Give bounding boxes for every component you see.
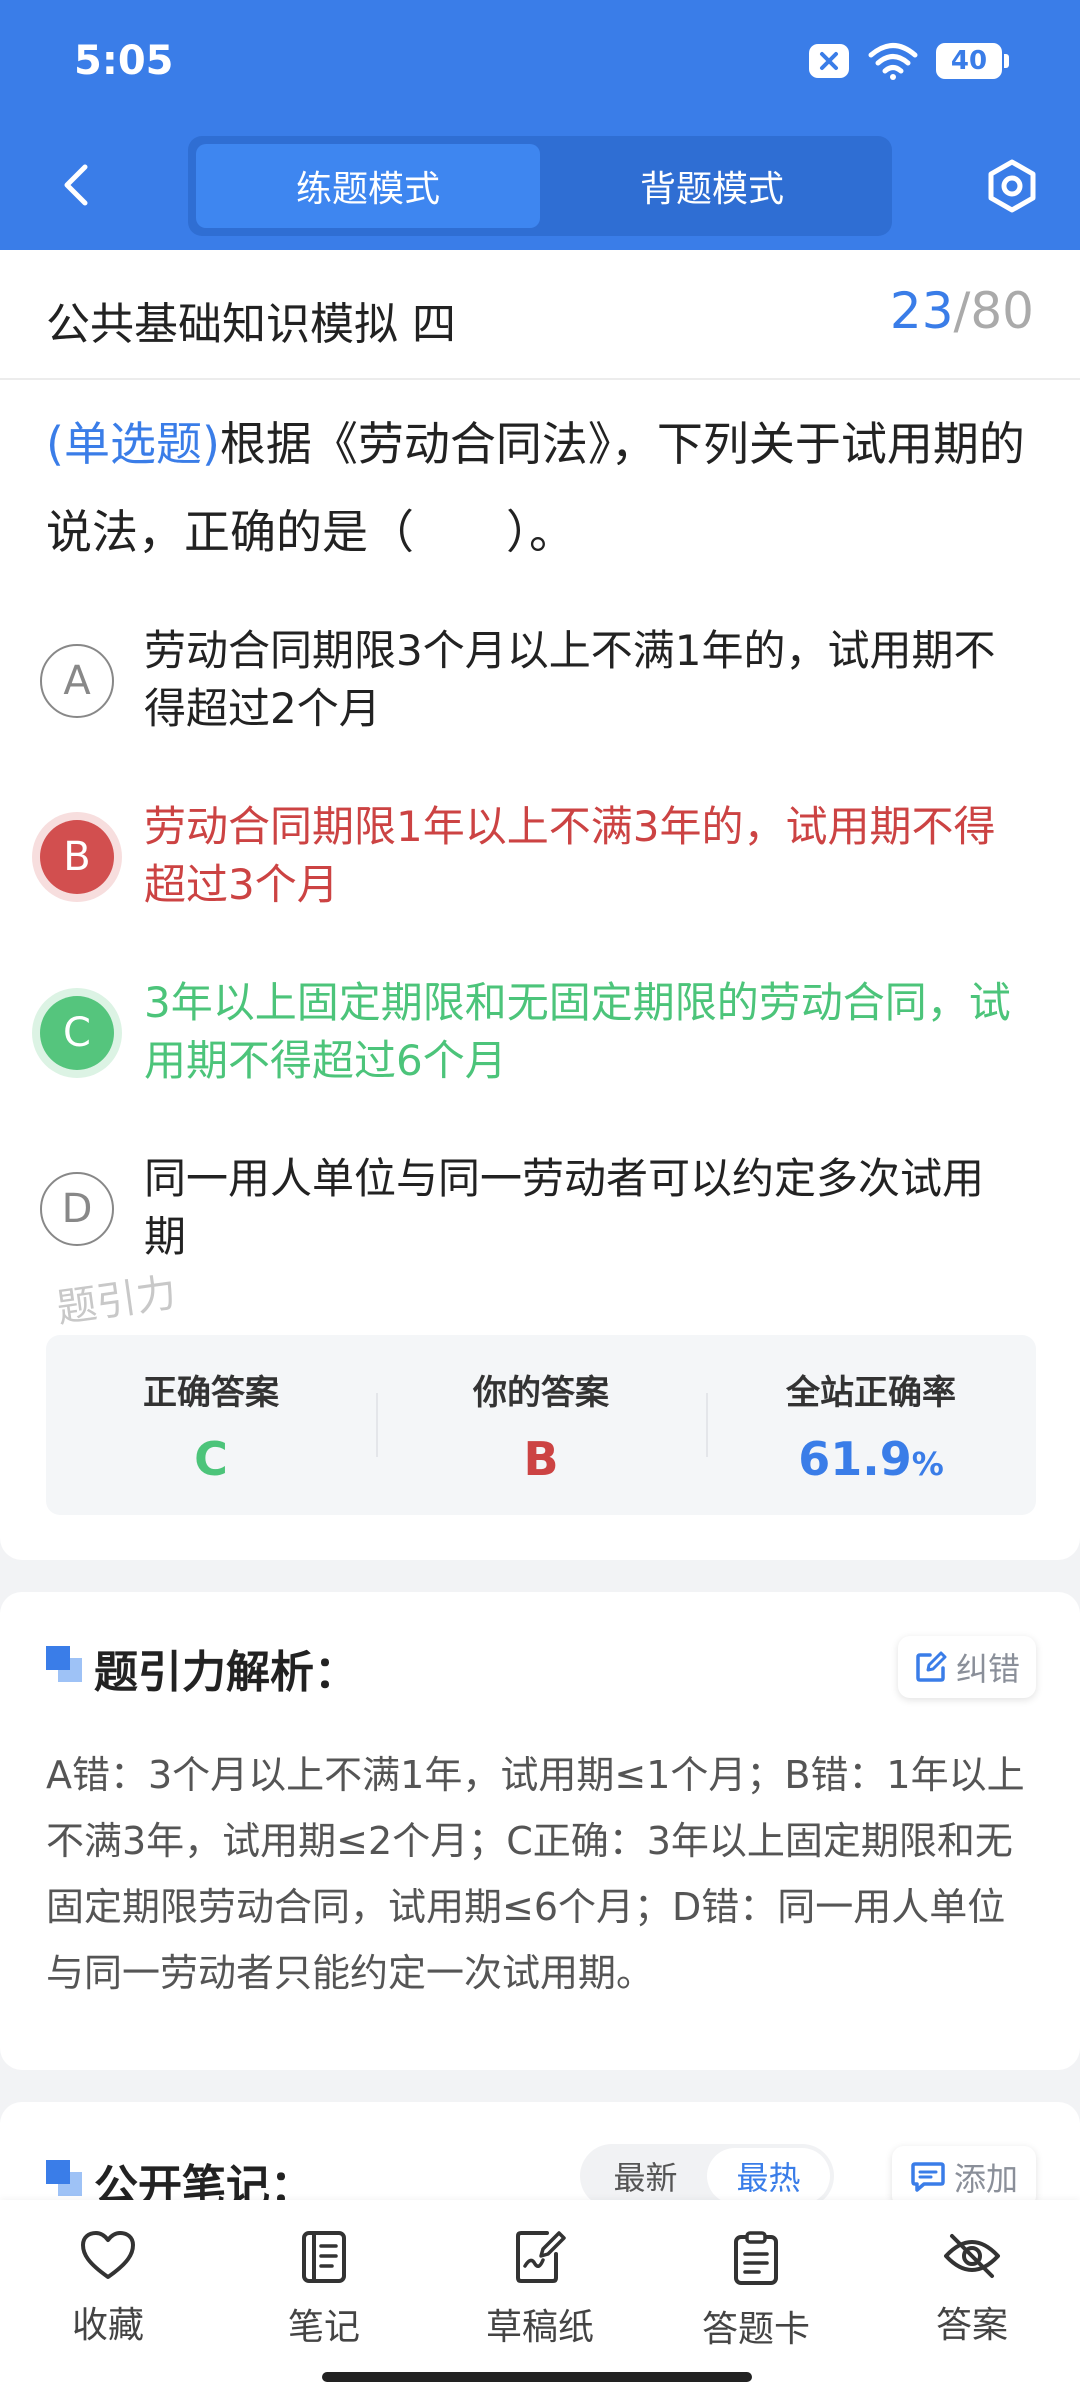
site-accuracy-unit: % <box>911 1444 944 1483</box>
correct-answer-value: C <box>194 1431 228 1486</box>
correct-answer: 正确答案 C <box>46 1335 376 1515</box>
your-answer: 你的答案 B <box>376 1335 706 1515</box>
heart-icon <box>81 2231 135 2279</box>
report-error-button[interactable]: 纠错 <box>898 1636 1036 1698</box>
tab-show-answer[interactable]: 答案 <box>892 2230 1052 2348</box>
notebook-icon <box>302 2231 346 2283</box>
correct-answer-label: 正确答案 <box>143 1372 279 1413</box>
option-d-letter: D <box>40 1172 114 1246</box>
battery-level: 40 <box>950 46 988 76</box>
app-header: 5:05 40 练题模式 背题模式 <box>0 0 1080 250</box>
wifi-icon <box>868 43 918 80</box>
report-error-label: 纠错 <box>955 1650 1020 1688</box>
sort-latest[interactable]: 最新 <box>584 2148 707 2204</box>
paper-title: 公共基础知识模拟 四 <box>46 299 456 350</box>
notes-sort-toggle: 最新 最热 <box>580 2144 834 2208</box>
site-accuracy-value: 61.9% <box>798 1432 944 1486</box>
section-squares-icon <box>46 1646 84 1684</box>
edit-icon <box>916 1651 947 1682</box>
tab-notes-label: 笔记 <box>287 2307 360 2348</box>
tab-favorite[interactable]: 收藏 <box>28 2230 188 2348</box>
question-progress[interactable]: 23/80 <box>890 282 1034 340</box>
option-d-text: 同一用人单位与同一劳动者可以约定多次试用期 <box>144 1154 985 1261</box>
tab-answer-sheet-label: 答题卡 <box>701 2309 810 2350</box>
analysis-card: 题引力解析： 纠错 A错：3个月以上不满1年，试用期≤1个月；B错：1年以上不满… <box>0 1592 1080 2070</box>
watermark: 题引力 <box>53 1269 180 1333</box>
home-indicator[interactable] <box>322 2372 752 2382</box>
tab-show-answer-label: 答案 <box>935 2305 1008 2346</box>
tab-draft-paper[interactable]: 草稿纸 <box>460 2230 620 2350</box>
option-c[interactable]: C 3年以上固定期限和无固定期限的劳动合同，试用期不得超过6个月 <box>40 974 1040 1090</box>
option-c-letter: C <box>40 996 114 1070</box>
your-answer-value: B <box>523 1431 559 1486</box>
question-card: 公共基础知识模拟 四 23/80 (单选题)根据《劳动合同法》，下列关于试用期的… <box>0 250 1080 1560</box>
analysis-text: A错：3个月以上不满1年，试用期≤1个月；B错：1年以上不满3年，试用期≤2个月… <box>46 1753 1025 1995</box>
question-type: (单选题) <box>46 417 220 471</box>
site-accuracy: 全站正确率 61.9% <box>706 1335 1036 1515</box>
tab-answer-sheet[interactable]: 答题卡 <box>676 2230 836 2352</box>
total-questions: 80 <box>970 282 1034 340</box>
battery-icon: 40 <box>936 43 1009 79</box>
status-time: 5:05 <box>74 38 174 84</box>
tab-memorize-mode[interactable]: 背题模式 <box>540 144 884 228</box>
option-a[interactable]: A 劳动合同期限3个月以上不满1年的，试用期不得超过2个月 <box>40 622 1040 738</box>
option-c-text: 3年以上固定期限和无固定期限的劳动合同，试用期不得超过6个月 <box>144 978 1011 1085</box>
option-b-letter: B <box>40 820 114 894</box>
section-squares-icon <box>46 2160 84 2198</box>
option-b[interactable]: B 劳动合同期限1年以上不满3年的，试用期不得超过3个月 <box>40 798 1040 914</box>
site-accuracy-number: 61.9 <box>798 1431 912 1486</box>
answer-sheet-icon <box>734 2231 778 2285</box>
option-d[interactable]: D 同一用人单位与同一劳动者可以约定多次试用期 <box>40 1150 1040 1266</box>
status-icons: 40 <box>808 42 1009 80</box>
answer-summary: 正确答案 C 你的答案 B 全站正确率 61.9% <box>46 1335 1036 1515</box>
settings-button[interactable] <box>974 148 1050 224</box>
tab-notes[interactable]: 笔记 <box>244 2230 404 2350</box>
option-a-text: 劳动合同期限3个月以上不满1年的，试用期不得超过2个月 <box>144 626 996 733</box>
add-note-label: 添加 <box>953 2160 1018 2198</box>
nav-bar: 练题模式 背题模式 <box>0 130 1080 240</box>
draft-paper-icon <box>516 2231 566 2283</box>
site-accuracy-label: 全站正确率 <box>786 1372 956 1413</box>
add-note-button[interactable]: 添加 <box>892 2146 1036 2208</box>
back-button[interactable] <box>40 150 110 220</box>
hexagon-settings-icon <box>988 159 1036 213</box>
chevron-left-icon <box>64 164 88 206</box>
tab-practice-mode[interactable]: 练题模式 <box>196 144 540 228</box>
eye-off-icon <box>944 2234 1000 2278</box>
progress-separator: / <box>953 282 971 340</box>
tab-favorite-label: 收藏 <box>71 2305 144 2346</box>
your-answer-label: 你的答案 <box>473 1372 609 1413</box>
option-a-letter: A <box>40 644 114 718</box>
notification-x-icon <box>809 44 849 78</box>
question-stem: (单选题)根据《劳动合同法》，下列关于试用期的说法，正确的是（ ）。 <box>46 400 1036 576</box>
current-question-number: 23 <box>889 282 954 340</box>
status-bar: 5:05 40 <box>0 0 1080 120</box>
mode-toggle: 练题模式 背题模式 <box>188 136 892 236</box>
option-b-text: 劳动合同期限1年以上不满3年的，试用期不得超过3个月 <box>144 802 996 909</box>
comment-icon <box>911 2162 945 2192</box>
bottom-tab-bar: 收藏 笔记 草稿纸 答题卡 答案 <box>0 2200 1080 2400</box>
tab-draft-paper-label: 草稿纸 <box>485 2307 594 2348</box>
sort-hottest[interactable]: 最热 <box>707 2148 830 2204</box>
analysis-title: 题引力解析： <box>94 1647 358 1698</box>
paper-row: 公共基础知识模拟 四 23/80 <box>0 250 1080 380</box>
